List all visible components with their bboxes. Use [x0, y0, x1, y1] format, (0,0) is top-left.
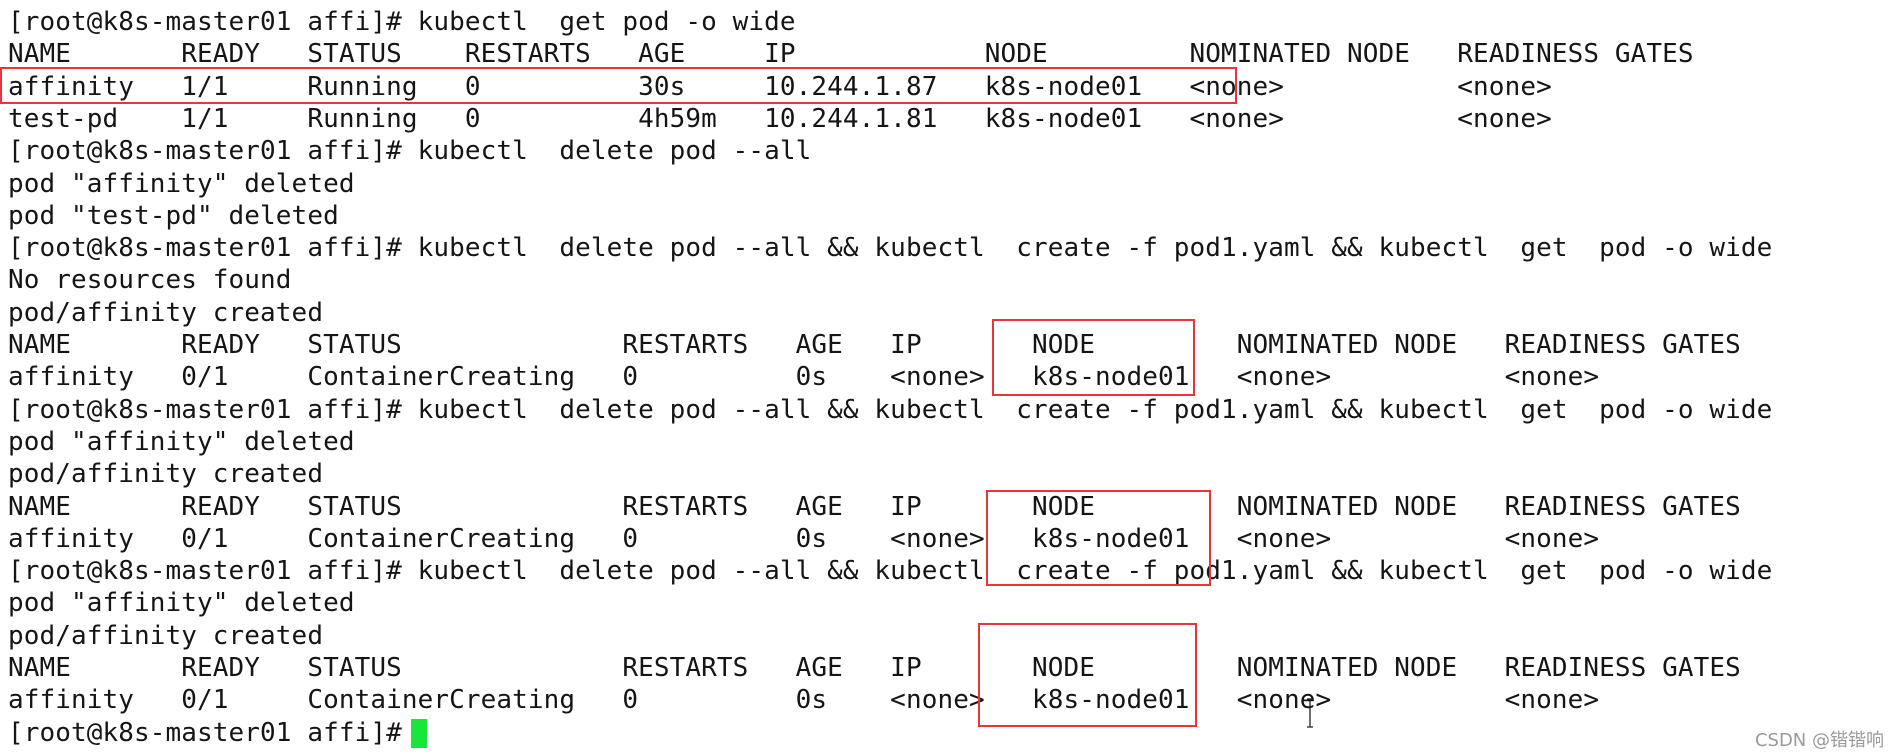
terminal-line: No resources found: [8, 265, 292, 296]
highlight-box-node-2: [986, 490, 1211, 586]
terminal-line: [root@k8s-master01 affi]# kubectl delete…: [8, 136, 812, 167]
terminal-line: pod/affinity created: [8, 297, 324, 328]
terminal-line: NAME READY STATUS RESTARTS AGE IP NODE N…: [8, 330, 1741, 360]
terminal-line: [root@k8s-master01 affi]# kubectl delete…: [8, 556, 1773, 587]
terminal-line: affinity 0/1 ContainerCreating 0 0s <non…: [8, 523, 1600, 554]
highlight-box-affinity-row: [0, 67, 1237, 104]
terminal-line: pod/affinity created: [8, 459, 324, 490]
terminal-line: affinity 0/1 ContainerCreating 0 0s <non…: [8, 685, 1600, 716]
terminal-line: NAME READY STATUS RESTARTS AGE IP NODE N…: [8, 39, 1694, 70]
terminal-line: NAME READY STATUS RESTARTS AGE IP NODE N…: [8, 491, 1741, 522]
terminal-line: pod "test-pd" deleted: [8, 200, 339, 231]
highlight-box-node-1: [992, 319, 1195, 396]
terminal-line: test-pd 1/1 Running 0 4h59m 10.244.1.81 …: [8, 103, 1552, 134]
terminal-cursor: [411, 719, 427, 748]
terminal-line: NAME READY STATUS RESTARTS AGE IP NODE N…: [8, 653, 1741, 683]
terminal-line: pod "affinity" deleted: [8, 168, 355, 199]
terminal-line: [root@k8s-master01 affi]# kubectl delete…: [8, 233, 1773, 264]
text-ibeam-cursor-icon: [1307, 698, 1313, 728]
terminal-line: [root@k8s-master01 affi]#: [8, 717, 418, 748]
watermark: CSDN @锴锴响: [1754, 730, 1884, 751]
terminal-line: pod/affinity created: [8, 620, 324, 651]
terminal-line: pod "affinity" deleted: [8, 588, 355, 619]
terminal-line: [root@k8s-master01 affi]# kubectl get po…: [8, 7, 796, 37]
terminal-line: affinity 0/1 ContainerCreating 0 0s <non…: [8, 362, 1600, 393]
terminal-line: pod "affinity" deleted: [8, 426, 355, 457]
terminal-line: [root@k8s-master01 affi]# kubectl delete…: [8, 394, 1773, 425]
highlight-box-node-3: [978, 623, 1197, 727]
terminal-output[interactable]: [root@k8s-master01 affi]# kubectl get po…: [0, 0, 1898, 756]
